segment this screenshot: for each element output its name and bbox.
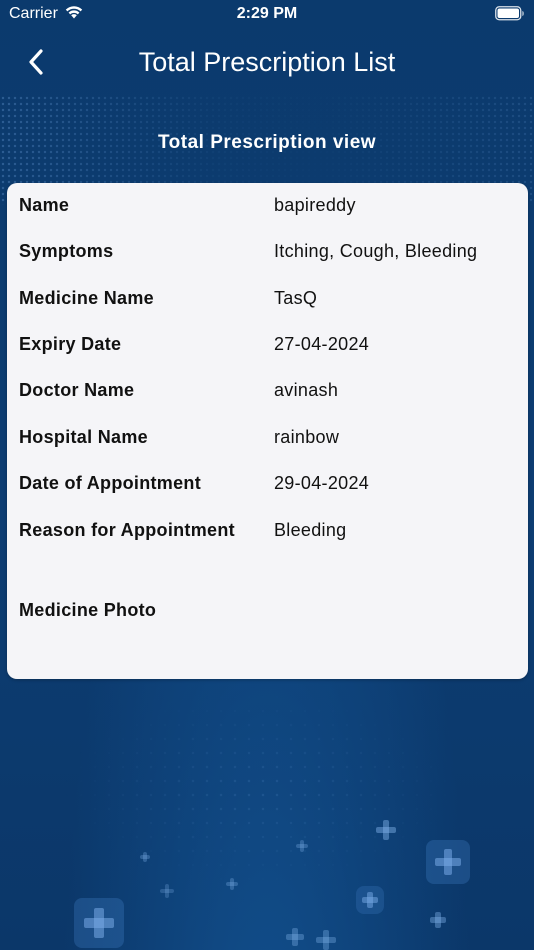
name-label: Name [19, 195, 70, 215]
navigation-bar: Total Prescription List [0, 38, 534, 88]
symptoms-value: Itching, Cough, Bleeding [274, 241, 478, 261]
doctor-name-value: avinash [274, 380, 339, 400]
reason-value: Bleeding [274, 520, 347, 540]
name-value: bapireddy [274, 195, 356, 215]
status-time: 2:29 PM [236, 5, 298, 22]
appointment-date-label: Date of Appointment [19, 473, 202, 493]
hospital-name-label: Hospital Name [19, 427, 148, 447]
detail-row-medicine-photo: Medicine Photo [19, 600, 519, 626]
hospital-name-value: rainbow [274, 427, 340, 447]
detail-row-medicine: Medicine Name TasQ [19, 288, 519, 314]
medicine-name-value: TasQ [274, 288, 318, 308]
detail-row-appointment-date: Date of Appointment 29-04-2024 [19, 473, 519, 499]
reason-label: Reason for Appointment [19, 520, 235, 540]
detail-row-expiry: Expiry Date 27-04-2024 [19, 334, 519, 360]
section-title: Total Prescription view [157, 132, 377, 153]
detail-row-symptoms: Symptoms Itching, Cough, Bleeding [19, 241, 519, 267]
battery-icon [495, 6, 525, 26]
detail-row-hospital: Hospital Name rainbow [19, 427, 519, 453]
symptoms-label: Symptoms [19, 241, 114, 261]
status-bar: Carrier 2:29 PM [0, 0, 534, 30]
detail-row-name: Name bapireddy [19, 195, 519, 221]
background-dot-texture-bottom [60, 690, 460, 890]
medicine-photo-label: Medicine Photo [19, 600, 157, 620]
doctor-name-label: Doctor Name [19, 380, 135, 400]
detail-row-doctor: Doctor Name avinash [19, 380, 519, 406]
page-title: Total Prescription List [138, 47, 396, 77]
detail-row-reason: Reason for Appointment Bleeding [19, 520, 519, 546]
prescription-detail-card: Name bapireddy Symptoms Itching, Cough, … [7, 183, 528, 679]
expiry-date-label: Expiry Date [19, 334, 122, 354]
medicine-name-label: Medicine Name [19, 288, 154, 308]
appointment-date-value: 29-04-2024 [274, 473, 370, 493]
expiry-date-value: 27-04-2024 [274, 334, 370, 354]
